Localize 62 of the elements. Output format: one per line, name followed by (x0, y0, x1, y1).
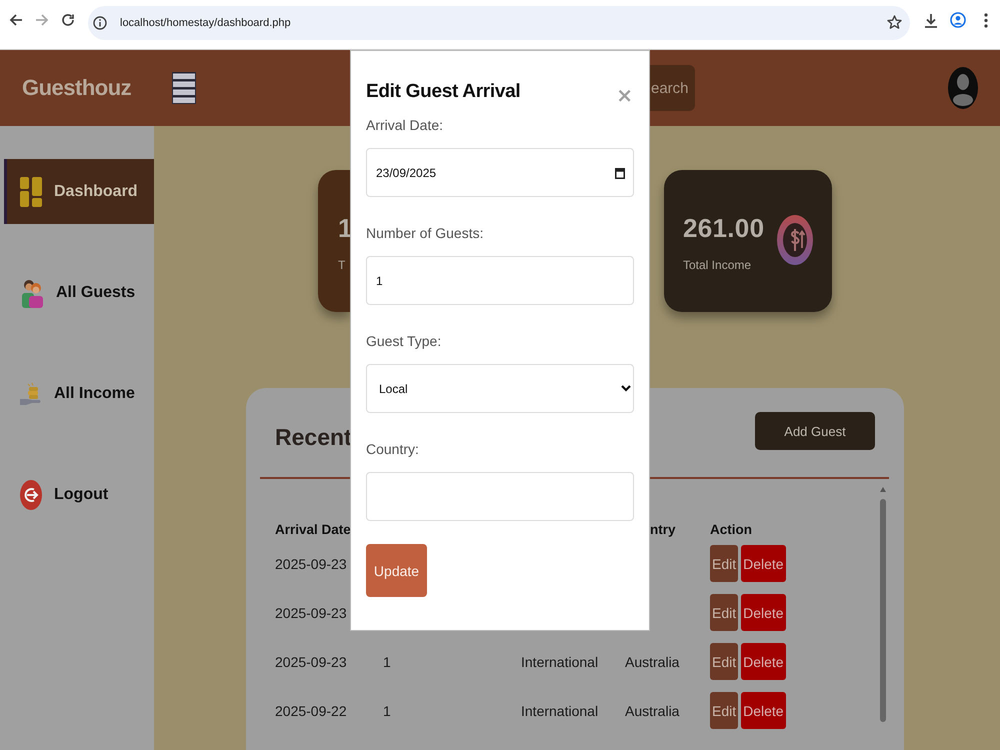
table-cell: 2025-09-23 (275, 604, 347, 620)
dropdown[interactable]: Local (366, 364, 634, 413)
sidebar-item[interactable]: Dashboard (4, 159, 154, 224)
more-icon[interactable] (984, 12, 988, 28)
table-cell: International (521, 654, 598, 670)
table-cell: 1 (383, 702, 391, 718)
dollar-up-icon (777, 215, 813, 265)
table-cell: Australia (625, 702, 680, 718)
table-cell: 2025-09-23 (275, 556, 347, 572)
table-cell: 2025-09-22 (275, 702, 347, 718)
avatar-icon[interactable] (948, 67, 978, 109)
add-guest-button[interactable]: Add Guest (755, 412, 875, 450)
grid-icon (20, 176, 42, 206)
people-icon (20, 278, 44, 308)
table-cell: 1 (383, 654, 391, 670)
reload-icon[interactable] (61, 13, 75, 27)
field-label: Arrival Date: (366, 116, 444, 134)
delete-button[interactable]: Delete (741, 692, 786, 729)
column-header: Action (710, 522, 752, 537)
logout-icon[interactable] (20, 480, 42, 510)
table-cell: International (521, 702, 598, 718)
download-icon[interactable] (924, 12, 938, 28)
table-cell: Australia (625, 654, 680, 670)
edit-button[interactable]: Edit (710, 692, 738, 729)
table-cell: 2025-09-23 (275, 654, 347, 670)
close-button[interactable]: × (616, 85, 633, 105)
field-label: Country: (366, 440, 419, 458)
sidebar-item[interactable]: Logout (4, 462, 154, 527)
search-button[interactable]: earch (650, 65, 695, 111)
dialog-title: Edit Guest Arrival (366, 81, 520, 103)
field-label: Number of Guests: (366, 224, 484, 242)
address-bar[interactable]: localhost/homestay/dashboard.php (88, 6, 910, 40)
bookmark-star-icon[interactable] (887, 15, 902, 30)
sidebar-item[interactable]: All Income (4, 361, 154, 426)
logo-text: Guesthouz (22, 75, 132, 100)
column-header: Arrival Date (275, 522, 351, 537)
stat-value: 1 (338, 212, 353, 244)
stat-label: T (338, 257, 346, 273)
menu-icon[interactable] (172, 72, 196, 104)
column-header: ntry (650, 522, 676, 537)
calendar-icon[interactable] (615, 166, 625, 178)
delete-button[interactable]: Delete (741, 545, 786, 582)
url-text[interactable]: localhost/homestay/dashboard.php (120, 16, 291, 28)
panel-title: Recent (275, 423, 352, 452)
update-button[interactable]: Update (366, 544, 427, 597)
sidebar-item[interactable]: All Guests (4, 260, 154, 325)
chevron-down-icon (621, 385, 631, 392)
scrollbar[interactable] (879, 486, 887, 722)
field-label: Guest Type: (366, 332, 442, 350)
stat-label: Total Income (683, 257, 752, 273)
input-field[interactable] (366, 472, 634, 521)
stat-value: 261.00 (683, 212, 764, 244)
date-field[interactable]: 23/09/2025 (366, 148, 634, 197)
info-icon[interactable] (93, 16, 107, 30)
edit-button[interactable]: Edit (710, 643, 738, 680)
back-icon[interactable] (9, 13, 23, 27)
input-field[interactable]: 1 (366, 256, 634, 305)
edit-button[interactable]: Edit (710, 545, 738, 582)
delete-button[interactable]: Delete (741, 643, 786, 680)
delete-button[interactable]: Delete (741, 594, 786, 631)
edit-button[interactable]: Edit (710, 594, 738, 631)
profile-icon[interactable] (950, 12, 966, 28)
